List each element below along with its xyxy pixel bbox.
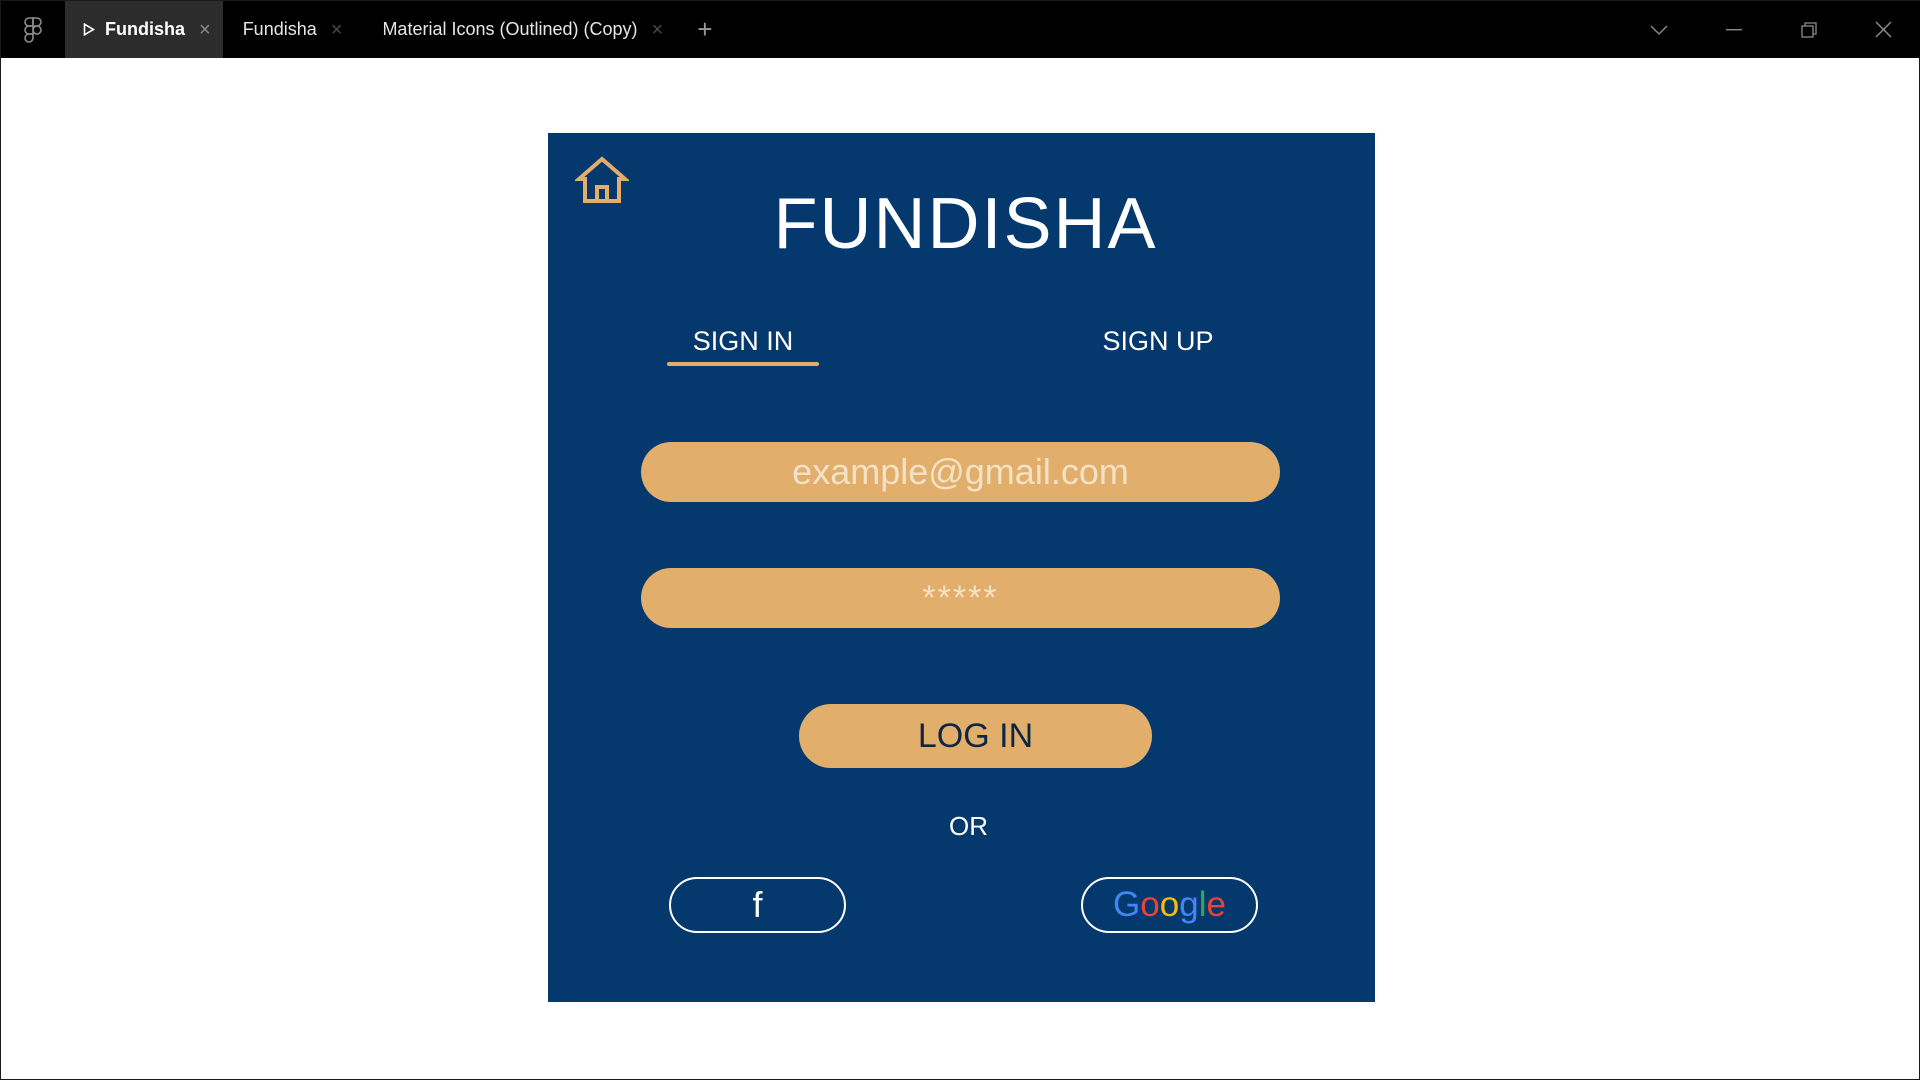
new-tab-button[interactable]: + xyxy=(683,1,726,58)
tab-material-icons[interactable]: Material Icons (Outlined) (Copy) × xyxy=(362,1,683,58)
tab-close-icon[interactable]: × xyxy=(199,20,211,40)
login-button[interactable]: LOG IN xyxy=(799,704,1152,768)
facebook-icon: f xyxy=(752,884,763,925)
tab-fundisha-prototype[interactable]: Fundisha × xyxy=(65,1,223,58)
active-tab-indicator xyxy=(667,362,819,366)
google-login-button[interactable]: G o o g l e xyxy=(1081,877,1258,933)
chevron-down-icon[interactable] xyxy=(1621,1,1696,58)
password-field[interactable]: ***** xyxy=(641,568,1280,628)
password-placeholder: ***** xyxy=(922,578,999,617)
play-icon xyxy=(83,23,95,36)
login-button-label: LOG IN xyxy=(917,716,1034,755)
figma-logo-icon[interactable] xyxy=(1,1,65,58)
or-divider-text: OR xyxy=(949,811,988,841)
tab-close-icon[interactable]: × xyxy=(652,20,664,40)
app-title: FUNDISHA xyxy=(773,184,1158,264)
title-bar: Fundisha × Fundisha × Material Icons (Ou… xyxy=(1,1,1920,58)
minimize-icon[interactable] xyxy=(1696,1,1771,58)
app-window: Fundisha × Fundisha × Material Icons (Ou… xyxy=(0,0,1920,1080)
email-placeholder: example@gmail.com xyxy=(792,451,1129,492)
email-field[interactable]: example@gmail.com xyxy=(641,442,1280,502)
restore-icon[interactable] xyxy=(1771,1,1846,58)
login-frame: FUNDISHA SIGN IN SIGN UP example@gmail.c… xyxy=(548,133,1375,1002)
tab-close-icon[interactable]: × xyxy=(331,20,343,40)
tab-label: Material Icons (Outlined) (Copy) xyxy=(382,19,638,39)
tab-sign-up[interactable]: SIGN UP xyxy=(1068,326,1248,357)
tab-sign-in[interactable]: SIGN IN xyxy=(667,326,819,357)
window-controls xyxy=(1621,1,1920,58)
tab-label: Fundisha xyxy=(242,19,317,39)
tab-fundisha[interactable]: Fundisha × xyxy=(223,1,363,58)
facebook-login-button[interactable]: f xyxy=(669,877,846,933)
tab-label: Fundisha xyxy=(105,19,185,39)
google-logo-text: G o o g l e xyxy=(1113,885,1226,924)
close-window-icon[interactable] xyxy=(1846,1,1920,58)
